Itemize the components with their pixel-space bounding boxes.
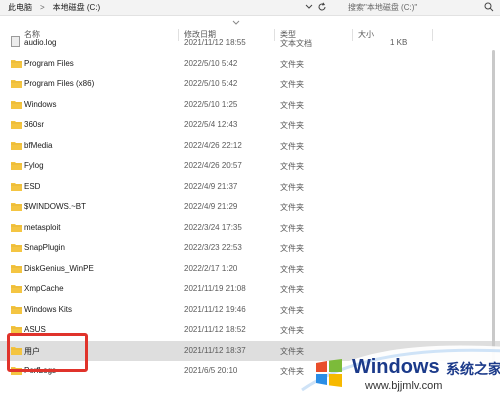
file-type: 文件夹 (280, 182, 304, 192)
folder-icon (11, 100, 22, 109)
folder-icon (11, 203, 22, 211)
folder-icon (11, 264, 22, 273)
text-file-icon (11, 36, 20, 47)
file-row[interactable]: Windows 2022/5/10 1:25 文件夹 (0, 95, 500, 115)
file-type: 文件夹 (280, 264, 304, 274)
file-modified-date: 2021/11/19 21:08 (184, 284, 246, 293)
file-modified-date: 2022/5/10 5:42 (184, 79, 238, 88)
file-modified-date: 2022/4/26 20:57 (184, 161, 242, 170)
file-name: ESD (24, 181, 41, 191)
file-modified-date: 2021/11/12 19:46 (184, 304, 246, 314)
file-modified-date: 2021/11/12 18:55 (184, 38, 246, 47)
file-row[interactable]: metasploit 2022/3/24 17:35 文件夹 (0, 218, 500, 238)
file-row[interactable]: bfMedia 2022/4/26 22:12 文件夹 (0, 136, 500, 156)
file-name: Program Files (x86) (24, 79, 95, 88)
annotation-highlight-box (7, 333, 88, 372)
file-name: Windows Kits (24, 304, 73, 314)
scrollbar-thumb[interactable] (492, 50, 495, 380)
chevron-down-icon (305, 4, 313, 9)
address-history-dropdown[interactable] (304, 1, 314, 13)
file-name: Windows (24, 99, 57, 109)
folder-icon (11, 141, 22, 150)
file-modified-date: 2021/11/12 18:37 (184, 345, 246, 355)
file-type: 文本文档 (280, 39, 312, 48)
file-modified-date: 2022/5/4 12:43 (184, 120, 238, 129)
file-type: 文件夹 (280, 80, 304, 89)
watermark-brand: Windows (352, 356, 440, 378)
file-name: Fylog (24, 161, 44, 170)
folder-icon (11, 182, 22, 191)
file-row[interactable]: Program Files 2022/5/10 5:42 文件夹 (0, 54, 500, 74)
file-name: XmpCache (24, 284, 64, 293)
file-type: 文件夹 (280, 244, 304, 253)
breadcrumb-local-disk[interactable]: 本地磁盘 (C:) (53, 2, 101, 13)
refresh-button[interactable] (316, 1, 328, 13)
file-name: 360sr (24, 120, 45, 129)
address-bar-area: 此电脑 > 本地磁盘 (C:) 搜索"本地磁盘 (C:)" (0, 0, 500, 16)
file-modified-date: 2021/11/12 18:52 (184, 325, 246, 334)
search-placeholder: 搜索"本地磁盘 (C:)" (348, 2, 418, 12)
watermark-brand-cn: 系统之家 (446, 361, 500, 377)
file-modified-date: 2022/5/10 1:25 (184, 99, 238, 109)
file-type: 文件夹 (280, 162, 304, 171)
file-row[interactable]: Fylog 2022/4/26 20:57 文件夹 (0, 156, 500, 176)
search-icon (484, 2, 494, 12)
file-row[interactable]: 360sr 2022/5/4 12:43 文件夹 (0, 115, 500, 135)
file-type: 文件夹 (280, 223, 304, 233)
file-modified-date: 2022/4/26 22:12 (184, 140, 242, 150)
file-modified-date: 2022/3/24 17:35 (184, 222, 242, 232)
file-row[interactable]: SnapPlugin 2022/3/23 22:53 文件夹 (0, 238, 500, 258)
breadcrumb[interactable]: 此电脑 > 本地磁盘 (C:) (8, 0, 100, 14)
refresh-icon (318, 2, 326, 11)
file-type: 文件夹 (280, 326, 304, 335)
file-name: $WINDOWS.~BT (24, 202, 87, 211)
folder-icon (11, 223, 22, 232)
file-type: 文件夹 (280, 305, 304, 315)
file-type: 文件夹 (280, 100, 304, 110)
folder-icon (11, 305, 22, 314)
folder-icon (11, 162, 22, 170)
file-type: 文件夹 (280, 59, 304, 69)
file-row[interactable]: Windows Kits 2021/11/12 19:46 文件夹 (0, 300, 500, 320)
file-modified-date: 2022/4/9 21:29 (184, 202, 238, 211)
breadcrumb-separator: > (40, 2, 45, 12)
file-name: bfMedia (24, 140, 53, 150)
file-size: 1 KB (390, 38, 408, 47)
folder-icon (11, 285, 22, 293)
file-row[interactable]: XmpCache 2021/11/19 21:08 文件夹 (0, 279, 500, 299)
search-input[interactable]: 搜索"本地磁盘 (C:)" (344, 0, 500, 14)
file-row[interactable]: DiskGenius_WinPE 2022/2/17 1:20 文件夹 (0, 259, 500, 279)
breadcrumb-this-pc[interactable]: 此电脑 (8, 2, 32, 13)
file-name: SnapPlugin (24, 243, 65, 252)
file-name: metasploit (24, 222, 61, 232)
folder-icon (11, 121, 22, 129)
watermark-url: www.bjjmlv.com (365, 380, 443, 392)
file-row[interactable]: audio.log 2021/11/12 18:55 文本文档 1 KB (0, 33, 500, 53)
file-modified-date: 2022/5/10 5:42 (184, 58, 238, 68)
file-name: audio.log (24, 38, 57, 47)
file-modified-date: 2022/3/23 22:53 (184, 243, 242, 252)
file-row[interactable]: $WINDOWS.~BT 2022/4/9 21:29 文件夹 (0, 197, 500, 217)
file-modified-date: 2022/2/17 1:20 (184, 263, 238, 273)
file-type: 文件夹 (280, 121, 304, 130)
file-modified-date: 2021/6/5 20:10 (184, 366, 238, 375)
file-type: 文件夹 (280, 203, 304, 212)
folder-icon (11, 59, 22, 68)
folder-icon (11, 244, 22, 252)
file-name: Program Files (24, 58, 74, 68)
file-name: DiskGenius_WinPE (24, 263, 94, 273)
file-modified-date: 2022/4/9 21:37 (184, 181, 238, 191)
file-type: 文件夹 (280, 141, 304, 151)
file-type: 文件夹 (280, 285, 304, 294)
file-row[interactable]: Program Files (x86) 2022/5/10 5:42 文件夹 (0, 74, 500, 94)
file-row[interactable]: ESD 2022/4/9 21:37 文件夹 (0, 177, 500, 197)
folder-icon (11, 80, 22, 88)
windows-logo-icon (316, 359, 342, 387)
sort-descending-icon (232, 20, 240, 25)
